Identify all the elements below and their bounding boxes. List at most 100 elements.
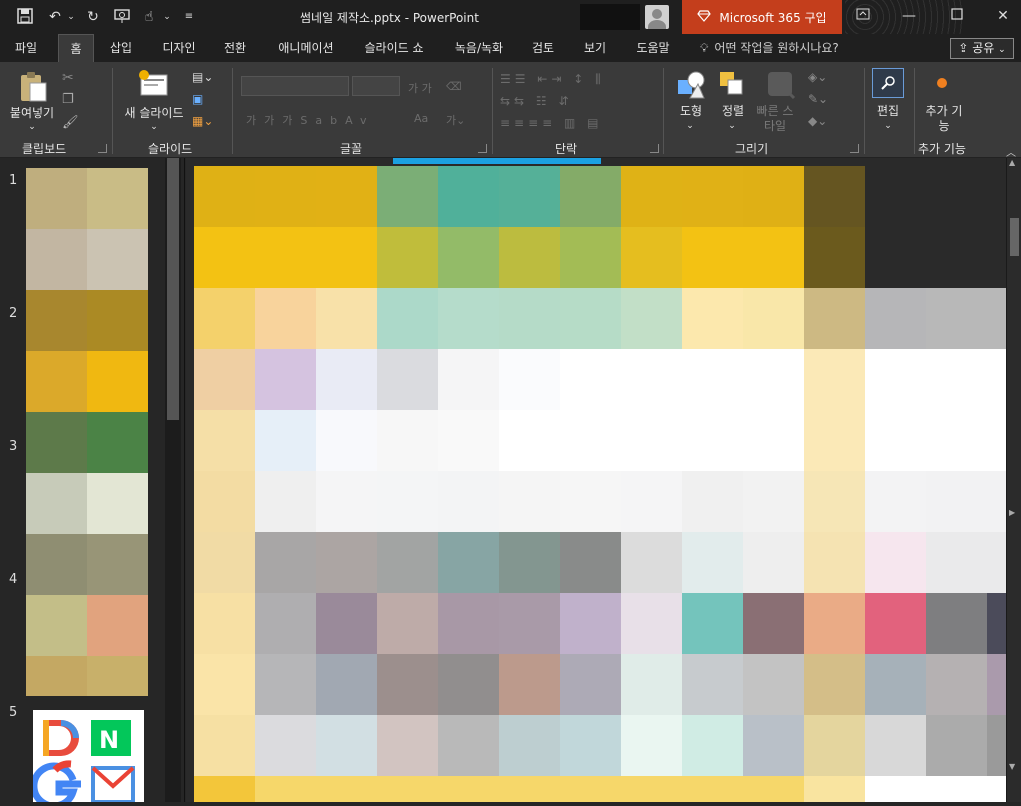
arrange-icon[interactable] <box>718 70 748 104</box>
scroll-down-icon[interactable]: ▼ <box>1009 762 1015 771</box>
customize-toolbar-icon[interactable]: ≡ <box>180 8 198 26</box>
separator <box>232 68 233 154</box>
collapse-ribbon-icon[interactable]: ︿ <box>1006 144 1016 159</box>
title-bar: ↶ ⌄ ↻ ☝ ⌄ ≡ 썸네일 제작소.pptx - PowerPoint Mi… <box>0 0 1021 34</box>
font-launcher-icon[interactable] <box>478 144 487 153</box>
slide-canvas[interactable] <box>186 158 1006 802</box>
list-icons[interactable]: ☰☰ ⇤⇥ ↕ ⫼ <box>500 72 605 87</box>
clear-format-icon[interactable]: ⌫ <box>446 80 462 93</box>
scroll-up-icon[interactable]: ▲ <box>1009 158 1015 167</box>
shape-fill-icon[interactable]: ◈⌄ <box>808 70 827 84</box>
drawing-launcher-icon[interactable] <box>850 144 859 153</box>
ribbon-tabs: 파일 홈 삽입 디자인 전환 애니메이션 슬라이드 쇼 녹음/녹화 검토 보기 … <box>0 34 1021 62</box>
restore-icon[interactable] <box>946 6 968 26</box>
close-icon[interactable]: ✕ <box>992 6 1014 26</box>
lightbulb-icon: 💡︎ <box>700 41 709 55</box>
font-family-select[interactable] <box>241 76 349 96</box>
save-icon[interactable] <box>16 8 34 26</box>
paste-label[interactable]: 붙여넣기 <box>4 106 60 121</box>
slide-5-thumbnail[interactable]: N <box>30 710 144 806</box>
tab-home[interactable]: 홈 <box>58 34 94 62</box>
slide-number-3: 3 <box>9 439 18 454</box>
redo-icon[interactable]: ↻ <box>84 8 102 26</box>
case-icon[interactable]: Aa <box>414 112 428 125</box>
tab-view[interactable]: 보기 <box>574 34 616 62</box>
font-style-icons[interactable]: 가가가SabAv <box>246 112 374 128</box>
presenter-icon[interactable] <box>114 8 132 26</box>
canvas-scrollbar[interactable]: ▲ ▶ ▼ <box>1006 158 1021 802</box>
undo-dropdown-icon[interactable]: ⌄ <box>62 8 80 26</box>
cut-icon[interactable]: ✂ <box>62 70 74 86</box>
quick-styles-label[interactable]: 빠른 스타일 <box>752 104 798 134</box>
reset-icon[interactable]: ▣ <box>192 92 203 106</box>
minimize-icon[interactable]: — <box>898 6 920 26</box>
slide-number-4: 4 <box>9 572 18 587</box>
tab-review[interactable]: 검토 <box>522 34 564 62</box>
align-icons[interactable]: ≡≡≡≡ ▥ ▤ <box>500 116 603 130</box>
slide-thumbnails[interactable] <box>26 168 148 696</box>
tab-file[interactable]: 파일 <box>4 34 48 62</box>
arrange-label[interactable]: 정렬 <box>714 104 752 119</box>
slide-number-1: 1 <box>9 173 18 188</box>
shapes-label[interactable]: 도형 <box>672 104 710 119</box>
tab-record[interactable]: 녹음/녹화 <box>444 34 514 62</box>
microsoft-365-buy-button[interactable]: Microsoft 365 구입 <box>682 0 842 34</box>
touch-dropdown-icon[interactable]: ⌄ <box>158 8 176 26</box>
tab-design[interactable]: 디자인 <box>152 34 206 62</box>
thumbnail-scroll-thumb[interactable] <box>167 158 179 420</box>
separator <box>864 68 865 154</box>
tell-me-text: 어떤 작업을 원하시나요? <box>714 41 839 55</box>
share-button[interactable]: ⇪ 공유 ⌄ <box>950 38 1014 59</box>
account-name[interactable] <box>580 4 640 30</box>
touch-mode-icon[interactable]: ☝ <box>140 8 158 26</box>
format-painter-icon[interactable]: 🖌︎ <box>62 115 79 130</box>
new-slide-dropdown-icon[interactable]: ⌄ <box>146 120 162 135</box>
paragraph-launcher-icon[interactable] <box>650 144 659 153</box>
paste-icon[interactable] <box>18 70 48 108</box>
section-icon[interactable]: ▦⌄ <box>192 114 213 128</box>
shape-outline-icon[interactable]: ✎⌄ <box>808 92 828 106</box>
clipboard-launcher-icon[interactable] <box>98 144 107 153</box>
clipboard-group-label: 클립보드 <box>22 142 67 156</box>
shapes-icon[interactable] <box>676 70 706 104</box>
tab-transitions[interactable]: 전환 <box>214 34 256 62</box>
editing-label[interactable]: 편집 <box>868 104 908 119</box>
tab-slideshow[interactable]: 슬라이드 쇼 <box>356 34 432 62</box>
drawing-group-label: 그리기 <box>735 142 769 156</box>
arrange-dropdown-icon[interactable]: ⌄ <box>724 119 740 134</box>
direction-icons[interactable]: ⇆⇆ ☷ ⇵ <box>500 94 573 108</box>
home-ribbon: 붙여넣기 ⌄ ✂ ❐ 🖌︎ 클립보드 새 슬라이드 ⌄ ▤⌄ ▣ ▦⌄ 슬라이드… <box>0 62 1021 159</box>
layout-icon[interactable]: ▤⌄ <box>192 70 213 84</box>
quick-styles-icon[interactable] <box>766 70 796 104</box>
copy-icon[interactable]: ❐ <box>62 92 74 107</box>
grow-font-icon[interactable]: 가 가 <box>408 80 432 96</box>
separator <box>663 68 664 154</box>
shape-effects-icon[interactable]: ◆⌄ <box>808 114 827 128</box>
addins-group-label: 추가 기능 <box>918 142 966 156</box>
slide-number-5: 5 <box>9 705 18 720</box>
addins-icon[interactable] <box>937 78 947 88</box>
font-size-select[interactable] <box>352 76 400 96</box>
separator <box>492 68 493 154</box>
tab-animations[interactable]: 애니메이션 <box>266 34 346 62</box>
editing-dropdown-icon[interactable]: ⌄ <box>880 119 896 134</box>
addins-label[interactable]: 추가 기능 <box>924 104 964 134</box>
new-slide-label[interactable]: 새 슬라이드 <box>118 106 190 121</box>
tab-help[interactable]: 도움말 <box>626 34 680 62</box>
separator <box>914 68 915 154</box>
tab-insert[interactable]: 삽입 <box>100 34 142 62</box>
new-slide-icon[interactable] <box>138 70 170 102</box>
canvas-scroll-thumb[interactable] <box>1010 218 1019 256</box>
slide-selection-indicator <box>393 158 601 164</box>
diamond-icon <box>697 9 712 25</box>
slide-number-2: 2 <box>9 306 18 321</box>
avatar[interactable] <box>645 5 669 29</box>
editing-icon[interactable] <box>872 68 904 98</box>
shapes-dropdown-icon[interactable]: ⌄ <box>682 119 698 134</box>
separator <box>112 68 113 154</box>
font-color-icon[interactable]: 가⌄ <box>446 112 465 128</box>
paste-dropdown-icon[interactable]: ⌄ <box>24 120 40 135</box>
scroll-marker-icon: ▶ <box>1009 508 1016 517</box>
tell-me-search[interactable]: 💡︎ 어떤 작업을 원하시나요? <box>700 34 839 62</box>
ribbon-display-icon[interactable] <box>852 6 874 26</box>
